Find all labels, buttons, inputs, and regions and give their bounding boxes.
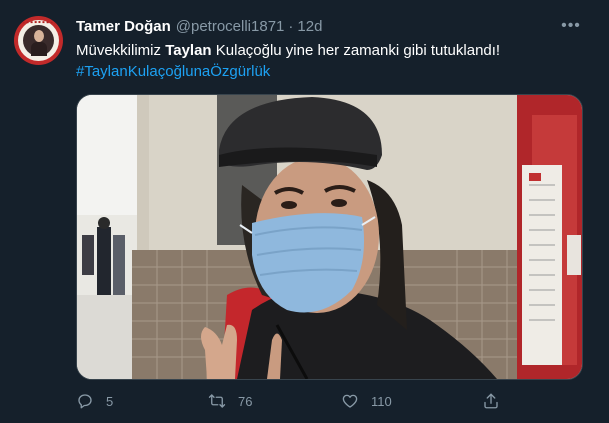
- tweet-text-after: Kulaçoğlu yine her zamanki gibi tutuklan…: [211, 42, 501, 59]
- avatar-face: [34, 30, 44, 42]
- tweet[interactable]: Tamer Doğan @petrocelli1871 · 12d ••• Mü…: [0, 0, 593, 423]
- retweet-icon: [208, 394, 226, 408]
- share-icon: [484, 393, 498, 409]
- tweet-text: Müvekkilimiz Taylan Kulaçoğlu yine her z…: [76, 41, 500, 61]
- avatar-seal-text: [20, 21, 57, 27]
- photo-illustration: [77, 95, 582, 379]
- avatar[interactable]: [14, 16, 63, 65]
- share-button[interactable]: [482, 390, 500, 412]
- more-options-icon[interactable]: •••: [560, 16, 582, 36]
- like-count: 110: [371, 393, 392, 409]
- reply-button[interactable]: 5: [76, 390, 113, 412]
- author-handle[interactable]: @petrocelli1871: [176, 18, 285, 35]
- tweet-text-before: Müvekkilimiz: [76, 42, 166, 59]
- reply-icon: [78, 394, 92, 409]
- like-button[interactable]: 110: [341, 390, 392, 412]
- tweet-photo[interactable]: [76, 94, 583, 380]
- reply-count: 5: [106, 393, 114, 409]
- tweet-age[interactable]: 12d: [297, 18, 322, 35]
- hashtag-link[interactable]: #TaylanKulaçoğlunaÖzgürlük: [76, 62, 270, 82]
- tweet-text-bold: Taylan: [165, 42, 212, 59]
- avatar-body: [31, 42, 47, 56]
- separator: ·: [288, 17, 294, 35]
- author-name[interactable]: Tamer Doğan: [76, 18, 171, 35]
- tweet-header: Tamer Doğan @petrocelli1871 · 12d: [76, 16, 322, 36]
- retweet-button[interactable]: 76: [208, 390, 252, 412]
- scrollbar[interactable]: [593, 0, 609, 423]
- retweet-count: 76: [238, 393, 253, 409]
- heart-icon: [342, 394, 358, 408]
- action-bar: 5 76 110: [76, 390, 581, 412]
